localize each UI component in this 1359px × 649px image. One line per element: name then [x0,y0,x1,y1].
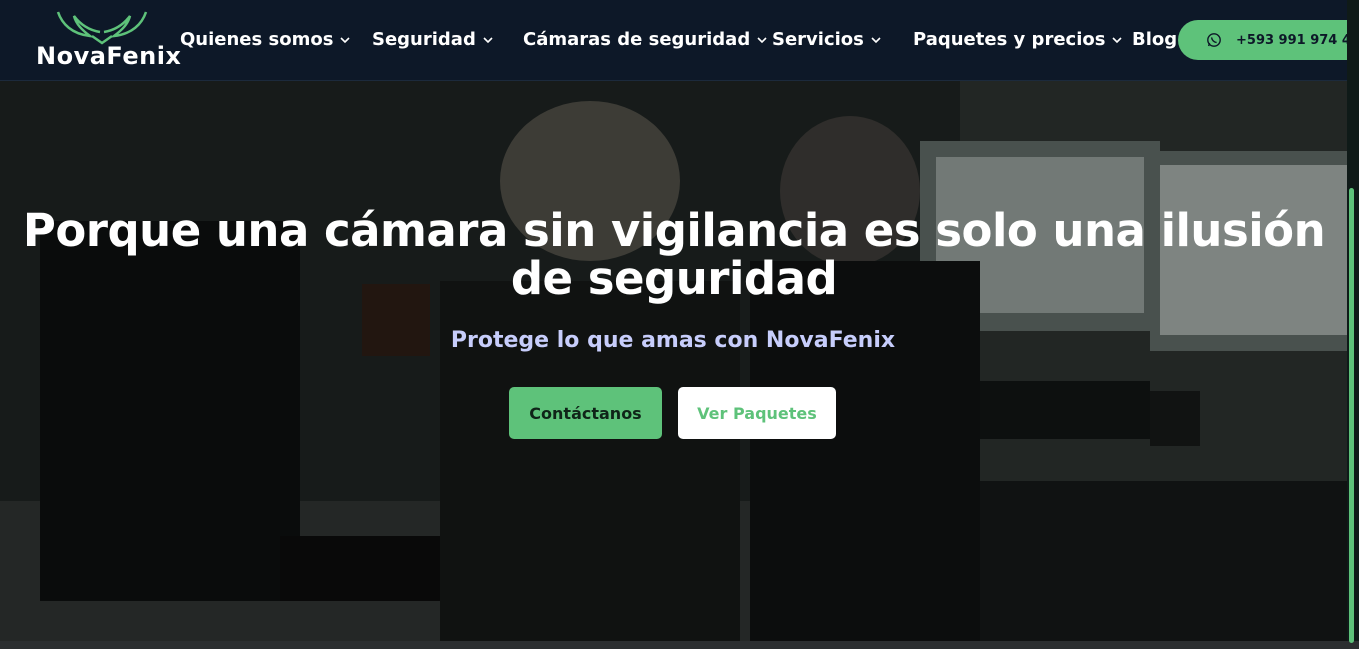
logo-text: NovaFenix [36,42,182,70]
whatsapp-icon [1207,33,1221,47]
novafenix-logo[interactable]: NovaFenix [30,8,182,74]
nav-item-paquetes[interactable]: Paquetes y precios [913,29,1123,50]
hero-title: Porque una cámara sin vigilancia es solo… [22,204,1326,305]
chevron-down-icon [483,36,493,43]
nav-item-servicios[interactable]: Servicios [772,29,882,50]
nav-label: Seguridad [372,29,476,50]
bottom-edge [0,641,1359,649]
nav-label: Quienes somos [180,29,334,50]
scrollbar-thumb[interactable] [1349,188,1354,643]
hero-section: Porque una cámara sin vigilancia es solo… [0,81,1359,641]
nav-item-camaras[interactable]: Cámaras de seguridad [523,29,768,50]
chevron-down-icon [757,36,767,43]
nav-label: Paquetes y precios [913,29,1106,50]
nav-item-blog[interactable]: Blog [1132,29,1177,50]
view-packages-button[interactable]: Ver Paquetes [678,387,836,439]
whatsapp-phone-button[interactable]: +593 991 974 496 [1178,20,1359,60]
chevron-down-icon [871,36,881,43]
chevron-down-icon [340,36,350,43]
nav-label: Blog [1132,29,1178,50]
nav-item-seguridad[interactable]: Seguridad [372,29,494,50]
contact-button[interactable]: Contáctanos [509,387,662,439]
hero-subtitle: Protege lo que amas con NovaFenix [450,328,896,353]
nav-item-quienes-somos[interactable]: Quienes somos [180,29,351,50]
top-navbar: NovaFenix Quienes somos Seguridad Cámara… [0,0,1359,81]
phone-number: +593 991 974 496 [1236,32,1359,48]
chevron-down-icon [1112,36,1123,43]
hero-overlay [0,81,1359,641]
nav-label: Servicios [772,29,864,50]
nav-label: Cámaras de seguridad [523,29,751,50]
